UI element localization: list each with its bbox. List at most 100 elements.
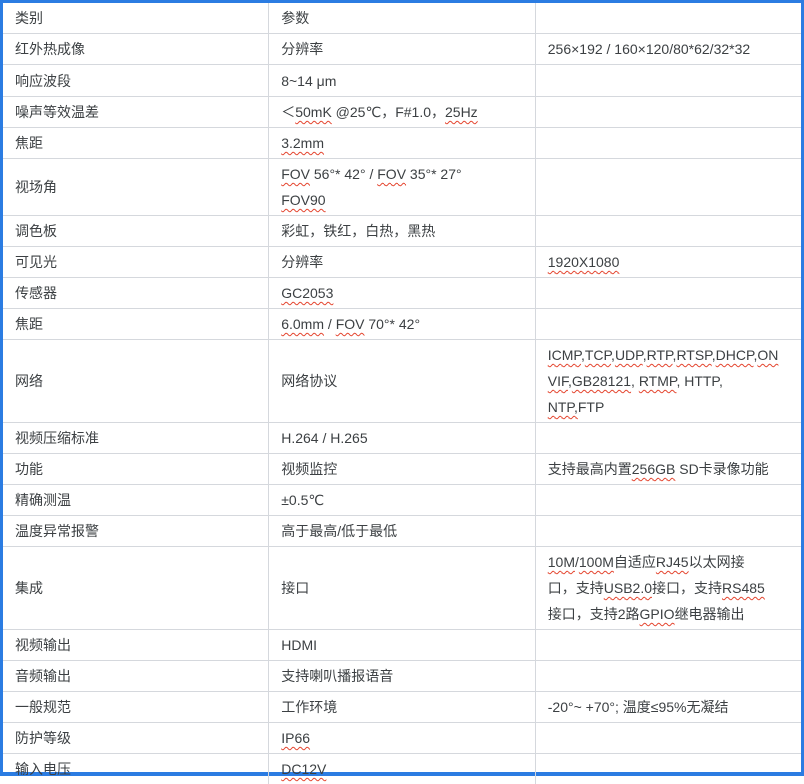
spec-param-cell[interactable]: 分辨率 bbox=[269, 34, 536, 65]
spellcheck-flagged-text: 100M bbox=[579, 554, 614, 570]
cell-text: 可见光 bbox=[15, 254, 57, 270]
spec-value-cell[interactable] bbox=[535, 128, 801, 159]
spec-param-cell[interactable]: 工作环境 bbox=[269, 692, 536, 723]
table-row: 响应波段 8~14 μm bbox=[3, 65, 801, 97]
spec-category-cell[interactable]: 红外热成像 bbox=[3, 34, 269, 65]
spec-category-cell[interactable]: 可见光 bbox=[3, 247, 269, 278]
cell-text: 输入电压 bbox=[15, 761, 71, 777]
spec-category-cell[interactable]: 音频输出 bbox=[3, 661, 269, 692]
spec-category-cell[interactable]: 一般规范 bbox=[3, 692, 269, 723]
spec-category-cell[interactable]: 响应波段 bbox=[3, 65, 269, 97]
spec-category-cell[interactable]: 焦距 bbox=[3, 309, 269, 340]
spec-param-cell[interactable]: ＜50mK @25℃，F#1.0，25Hz bbox=[269, 97, 536, 128]
cell-text: , bbox=[631, 373, 639, 389]
spec-value-cell[interactable]: 支持最高内置256GB SD卡录像功能 bbox=[535, 454, 801, 485]
spec-param-cell[interactable]: 分辨率 bbox=[269, 247, 536, 278]
spellcheck-flagged-text: FOV bbox=[281, 166, 310, 182]
cell-text: 功能 bbox=[15, 461, 43, 477]
spec-param-cell[interactable]: 接口 bbox=[269, 547, 536, 630]
spec-value-cell[interactable] bbox=[535, 159, 801, 216]
spec-value-cell[interactable] bbox=[535, 278, 801, 309]
spec-category-cell[interactable]: 网络 bbox=[3, 340, 269, 423]
spellcheck-flagged-text: USB2.0 bbox=[604, 580, 652, 596]
cell-text: 参数 bbox=[281, 10, 309, 26]
spec-param-cell[interactable]: 视频监控 bbox=[269, 454, 536, 485]
spec-value-cell[interactable]: 10M/100M自适应RJ45以太网接口，支持USB2.0接口，支持RS485接… bbox=[535, 547, 801, 630]
spellcheck-flagged-text: 256GB bbox=[632, 461, 676, 477]
spec-value-cell[interactable] bbox=[535, 516, 801, 547]
spec-category-cell[interactable]: 传感器 bbox=[3, 278, 269, 309]
spec-param-cell[interactable]: 8~14 μm bbox=[269, 65, 536, 97]
cell-text: 一般规范 bbox=[15, 699, 71, 715]
table-row: 焦距 3.2mm bbox=[3, 128, 801, 159]
spec-param-cell[interactable]: 6.0mm / FOV 70°* 42° bbox=[269, 309, 536, 340]
cell-text: 支持最高内置 bbox=[548, 461, 632, 477]
spec-param-cell[interactable]: 参数 bbox=[269, 3, 536, 34]
spec-value-cell[interactable]: ICMP,TCP,UDP,RTP,RTSP,DHCP,ONVIF,GB28121… bbox=[535, 340, 801, 423]
spec-category-cell[interactable]: 功能 bbox=[3, 454, 269, 485]
spec-category-cell[interactable]: 视场角 bbox=[3, 159, 269, 216]
cell-text: 接口 bbox=[281, 580, 309, 596]
cell-text: 35°* 27° bbox=[406, 166, 462, 182]
spec-value-cell[interactable] bbox=[535, 216, 801, 247]
spec-value-cell[interactable] bbox=[535, 754, 801, 784]
spec-category-cell[interactable]: 温度异常报警 bbox=[3, 516, 269, 547]
cell-text: 集成 bbox=[15, 580, 43, 596]
cell-text: 接口，支持2路 bbox=[548, 606, 640, 622]
spec-value-cell[interactable] bbox=[535, 423, 801, 454]
spec-category-cell[interactable]: 视频压缩标准 bbox=[3, 423, 269, 454]
spec-value-cell[interactable]: 1920X1080 bbox=[535, 247, 801, 278]
table-row: 集成 接口 10M/100M自适应RJ45以太网接口，支持USB2.0接口，支持RS… bbox=[3, 547, 801, 630]
table-row: 视场角FOV 56°* 42° / FOV 35°* 27°FOV90 bbox=[3, 159, 801, 216]
cell-text: 噪声等效温差 bbox=[15, 104, 99, 120]
spellcheck-flagged-text: 3.2mm bbox=[281, 135, 324, 151]
spec-param-cell[interactable]: ±0.5℃ bbox=[269, 485, 536, 516]
spec-param-cell[interactable]: IP66 bbox=[269, 723, 536, 754]
spec-param-cell[interactable]: FOV 56°* 42° / FOV 35°* 27°FOV90 bbox=[269, 159, 536, 216]
spec-param-cell[interactable]: 高于最高/低于最低 bbox=[269, 516, 536, 547]
spec-value-cell[interactable]: -20°~ +70°; 温度≤95%无凝结 bbox=[535, 692, 801, 723]
cell-text: 视频输出 bbox=[15, 637, 71, 653]
spec-param-cell[interactable]: GC2053 bbox=[269, 278, 536, 309]
cell-text: 温度异常报警 bbox=[15, 523, 99, 539]
spec-category-cell[interactable]: 噪声等效温差 bbox=[3, 97, 269, 128]
spec-value-cell[interactable] bbox=[535, 309, 801, 340]
table-row: 红外热成像 分辨率 256×192 / 160×120/80*62/32*32 bbox=[3, 34, 801, 65]
spec-param-cell[interactable]: H.264 / H.265 bbox=[269, 423, 536, 454]
spec-category-cell[interactable]: 精确测温 bbox=[3, 485, 269, 516]
spec-param-cell[interactable]: HDMI bbox=[269, 630, 536, 661]
cell-text: 256×192 / 160×120/80*62/32*32 bbox=[548, 41, 750, 57]
cell-text: / bbox=[324, 316, 336, 332]
spec-value-cell[interactable] bbox=[535, 630, 801, 661]
spec-value-cell[interactable] bbox=[535, 485, 801, 516]
spellcheck-flagged-text: UDP bbox=[615, 347, 643, 363]
spec-value-cell[interactable] bbox=[535, 3, 801, 34]
spec-category-cell[interactable]: 视频输出 bbox=[3, 630, 269, 661]
spec-param-cell[interactable]: 支持喇叭播报语音 bbox=[269, 661, 536, 692]
cell-text: 接口，支持 bbox=[652, 580, 722, 596]
spec-category-cell[interactable]: 集成 bbox=[3, 547, 269, 630]
cell-text: 彩虹，铁红，白热，黑热 bbox=[281, 223, 435, 239]
cell-text: H.264 / H.265 bbox=[281, 430, 367, 446]
spec-value-cell[interactable] bbox=[535, 723, 801, 754]
spec-value-cell[interactable] bbox=[535, 661, 801, 692]
cell-text: 8~14 μm bbox=[281, 73, 336, 89]
spec-param-cell[interactable]: 网络协议 bbox=[269, 340, 536, 423]
spec-param-cell[interactable]: DC12V bbox=[269, 754, 536, 784]
spellcheck-flagged-text: FOV90 bbox=[281, 192, 325, 208]
spec-value-cell[interactable] bbox=[535, 65, 801, 97]
spec-param-cell[interactable]: 彩虹，铁红，白热，黑热 bbox=[269, 216, 536, 247]
spec-param-cell[interactable]: 3.2mm bbox=[269, 128, 536, 159]
cell-text: 以太网接 bbox=[689, 554, 745, 570]
spec-category-cell[interactable]: 输入电压 bbox=[3, 754, 269, 784]
cell-text: 红外热成像 bbox=[15, 41, 85, 57]
spec-value-cell[interactable]: 256×192 / 160×120/80*62/32*32 bbox=[535, 34, 801, 65]
cell-text: 视场角 bbox=[15, 179, 57, 195]
spec-category-cell[interactable]: 调色板 bbox=[3, 216, 269, 247]
spec-category-cell[interactable]: 防护等级 bbox=[3, 723, 269, 754]
cell-text: 自适应 bbox=[614, 554, 656, 570]
spec-category-cell[interactable]: 类别 bbox=[3, 3, 269, 34]
cell-text: 防护等级 bbox=[15, 730, 71, 746]
spec-category-cell[interactable]: 焦距 bbox=[3, 128, 269, 159]
spec-value-cell[interactable] bbox=[535, 97, 801, 128]
